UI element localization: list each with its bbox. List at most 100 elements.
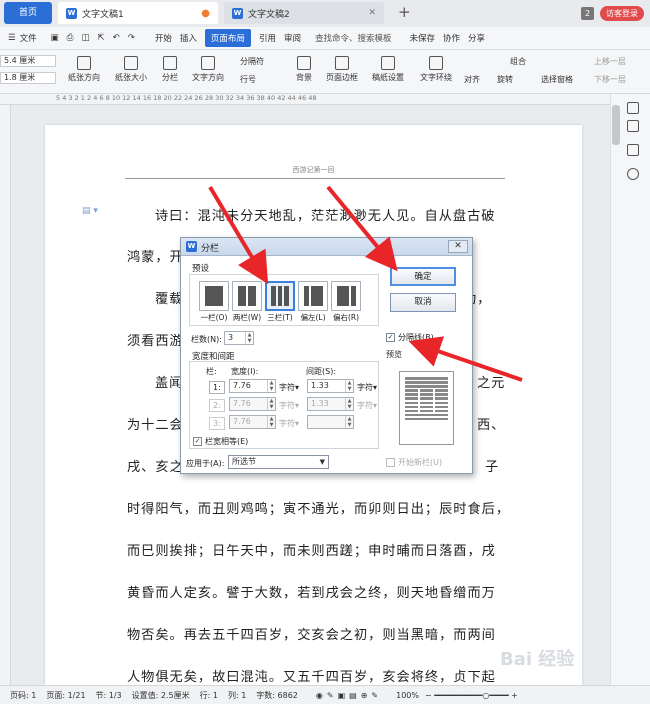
breaks-button[interactable]: 分隔符 <box>240 56 264 67</box>
export-icon[interactable]: ⇱ <box>98 33 105 43</box>
textdir-button[interactable]: 文字方向 <box>192 56 224 83</box>
page-header: 西游记第一回 <box>292 166 335 174</box>
help-icon[interactable] <box>627 168 639 180</box>
status-words[interactable]: 字数: 6862 <box>256 690 298 701</box>
equal-width-checkbox[interactable]: ✓ <box>193 437 202 446</box>
preview-icon[interactable]: ◫ <box>81 33 89 43</box>
menu-file[interactable]: 文件 <box>20 32 37 44</box>
tab-doc2[interactable]: W 文字文稿2 ✕ <box>224 2 384 24</box>
width-input[interactable]: 7.76 ▲ ▼ <box>229 379 276 393</box>
right-sidebar <box>610 94 650 685</box>
spacing-input[interactable]: ▲ ▼ <box>307 415 354 429</box>
preset-one[interactable] <box>199 281 229 311</box>
redo-icon[interactable]: ↷ <box>128 33 135 43</box>
scrollbar[interactable] <box>612 105 620 145</box>
status-setting[interactable]: 设置值: 2.5厘米 <box>132 690 190 701</box>
border-button[interactable]: 页面边框 <box>326 56 358 83</box>
share-button[interactable]: 分享 <box>468 32 485 44</box>
preset-two[interactable] <box>232 281 262 311</box>
group-button[interactable]: 组合 <box>510 56 526 67</box>
cancel-button[interactable]: 取消 <box>390 293 456 312</box>
pen-icon[interactable] <box>627 120 639 132</box>
status-row[interactable]: 行: 1 <box>200 690 218 701</box>
width-input[interactable]: 7.76 ▲ ▼ <box>229 397 276 411</box>
undo-icon[interactable]: ↶ <box>113 33 120 43</box>
menu-ref[interactable]: 引用 <box>259 32 276 44</box>
preset-left[interactable] <box>298 281 328 311</box>
grid-button[interactable]: 稿纸设置 <box>372 56 404 83</box>
tab-bar: 首页 W 文字文稿1 ● W 文字文稿2 ✕ + 2 访客登录 <box>0 0 650 27</box>
unit-dropdown[interactable]: 字符▾ <box>357 400 377 411</box>
width-input[interactable]: 7.76 ▲ ▼ <box>229 415 276 429</box>
status-pages[interactable]: 页面: 1/21 <box>46 690 85 701</box>
status-page[interactable]: 页码: 1 <box>10 690 36 701</box>
unit-dropdown[interactable]: 字符▾ <box>357 382 377 393</box>
new-tab-icon[interactable]: + <box>398 3 411 21</box>
ok-button[interactable]: 确定 <box>390 267 456 286</box>
menu-insert[interactable]: 插入 <box>180 32 197 44</box>
row-number: 3: <box>209 417 225 430</box>
close-icon[interactable]: ✕ <box>368 8 376 18</box>
border-icon <box>335 56 349 70</box>
lineno-button[interactable]: 行号 <box>240 74 256 85</box>
orient-icon <box>77 56 91 70</box>
preview-label: 预览 <box>386 350 402 359</box>
tab-doc1[interactable]: W 文字文稿1 ● <box>58 2 218 24</box>
menu-layout[interactable]: 页面布局 <box>204 29 251 47</box>
zoom-slider[interactable]: − ━━━━━━━━━━○━━━━ + <box>425 691 518 700</box>
menu-review[interactable]: 审阅 <box>284 32 301 44</box>
status-section[interactable]: 节: 1/3 <box>96 690 122 701</box>
print-icon[interactable]: ⎙ <box>67 33 74 43</box>
colnum-input[interactable]: 3 ▲ ▼ <box>224 331 254 345</box>
select-icon[interactable] <box>627 102 639 114</box>
unit-dropdown[interactable]: 字符▾ <box>279 418 299 429</box>
bg-button[interactable]: 背景 <box>296 56 312 83</box>
unit-dropdown[interactable]: 字符▾ <box>279 400 299 411</box>
row-number: 1: <box>209 381 225 394</box>
search-command[interactable]: 查找命令、搜索模板 <box>315 32 392 44</box>
orient-button[interactable]: 纸张方向 <box>68 56 100 83</box>
selpane-button[interactable]: 选择窗格 <box>541 74 573 85</box>
dialog-titlebar[interactable]: W 分栏 ✕ <box>181 238 472 256</box>
columns-button[interactable]: 分栏 <box>162 56 178 83</box>
menu-start[interactable]: 开始 <box>155 32 172 44</box>
wrap-button[interactable]: 文字环绕 <box>420 56 452 83</box>
preset-group-label: 预设 <box>192 264 210 274</box>
unsaved-status[interactable]: 未保存 <box>409 32 435 44</box>
login-button[interactable]: 访客登录 <box>600 6 644 21</box>
hamburger-icon[interactable]: ☰ <box>8 33 16 43</box>
settings-icon[interactable] <box>627 144 639 156</box>
view-icons[interactable]: ◉✎▣▤⊕✎ <box>316 691 382 700</box>
collab-button[interactable]: 协作 <box>443 32 460 44</box>
size-button[interactable]: 纸张大小 <box>115 56 147 83</box>
newcol-checkbox[interactable] <box>386 458 395 467</box>
preset-three[interactable] <box>265 281 295 311</box>
spacing-input[interactable]: 1.33 ▲ ▼ <box>307 379 354 393</box>
spacing-header: 间距(S): <box>306 367 337 376</box>
grid-icon <box>381 56 395 70</box>
unit-dropdown[interactable]: 字符▾ <box>279 382 299 393</box>
status-col[interactable]: 列: 1 <box>228 690 246 701</box>
tab-home[interactable]: 首页 <box>4 2 52 24</box>
apply-select[interactable]: 所选节 ▼ <box>228 455 329 469</box>
preset-right[interactable] <box>331 281 361 311</box>
close-icon[interactable]: ✕ <box>448 240 468 253</box>
align-button[interactable]: 对齐 <box>464 74 480 85</box>
horizontal-ruler[interactable]: 5 4 3 2 1 2 4 6 8 10 12 14 16 18 20 22 2… <box>0 94 610 105</box>
vertical-ruler[interactable] <box>0 105 11 685</box>
up-button[interactable]: 上移一层 <box>594 56 626 67</box>
rotate-button[interactable]: 旋转 <box>497 74 513 85</box>
window-count-badge[interactable]: 2 <box>581 7 594 20</box>
margin-top-spin[interactable]: 5.4 厘米 <box>0 55 56 67</box>
doc-note-icon[interactable]: ▤ ▾ <box>82 206 98 216</box>
text-line: 人物俱无矣，故曰混沌。又五千四百岁，亥会将终，贞下起 <box>127 670 496 685</box>
divider-checkbox[interactable]: ✓ <box>386 333 395 342</box>
save-icon[interactable]: ▣ <box>51 33 59 43</box>
textdir-icon <box>201 56 215 70</box>
spacing-input[interactable]: 1.33 ▲ ▼ <box>307 397 354 411</box>
margin-bottom-spin[interactable]: 1.8 厘米 <box>0 72 56 84</box>
down-button[interactable]: 下移一层 <box>594 74 626 85</box>
text-line: 西、 <box>477 418 506 433</box>
zoom-level[interactable]: 100% <box>396 691 419 700</box>
row-number: 2: <box>209 399 225 412</box>
